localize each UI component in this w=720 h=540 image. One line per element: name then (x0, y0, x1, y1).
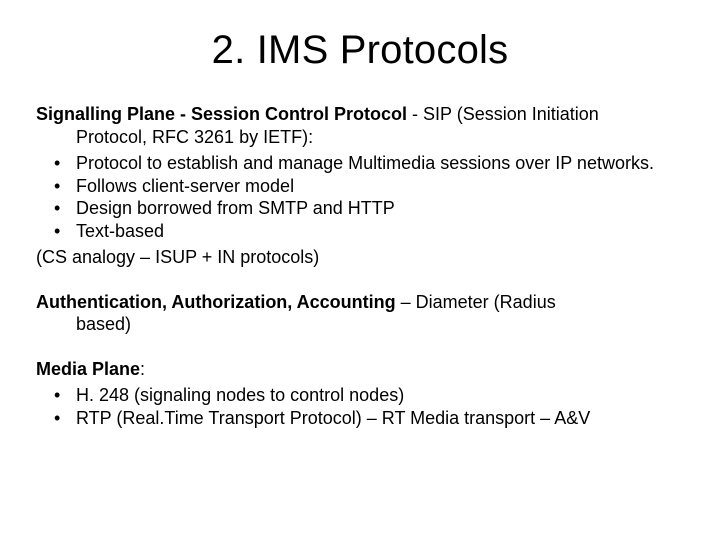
signalling-footer: (CS analogy – ISUP + IN protocols) (36, 246, 684, 269)
media-bullets: H. 248 (signaling nodes to control nodes… (36, 384, 684, 429)
media-lead: Media Plane: (36, 358, 684, 381)
signalling-bullets: Protocol to establish and manage Multime… (36, 152, 684, 242)
spacer (36, 340, 684, 358)
aaa-lead-line2: based) (36, 313, 684, 336)
signalling-lead-line2: Protocol, RFC 3261 by IETF): (36, 126, 684, 149)
aaa-lead-rest: – Diameter (Radius (396, 292, 556, 312)
slide-body: Signalling Plane - Session Control Proto… (36, 103, 684, 429)
list-item: Text-based (54, 220, 684, 243)
list-item: Follows client-server model (54, 175, 684, 198)
media-lead-bold: Media Plane (36, 359, 140, 379)
list-item: H. 248 (signaling nodes to control nodes… (54, 384, 684, 407)
list-item: Design borrowed from SMTP and HTTP (54, 197, 684, 220)
list-item: Protocol to establish and manage Multime… (54, 152, 684, 175)
spacer (36, 273, 684, 291)
signalling-lead: Signalling Plane - Session Control Proto… (36, 103, 684, 148)
media-lead-rest: : (140, 359, 145, 379)
aaa-lead-bold: Authentication, Authorization, Accountin… (36, 292, 396, 312)
slide: 2. IMS Protocols Signalling Plane - Sess… (0, 0, 720, 540)
list-item: RTP (Real.Time Transport Protocol) – RT … (54, 407, 684, 430)
signalling-lead-bold: Signalling Plane - Session Control Proto… (36, 104, 407, 124)
signalling-lead-rest: - SIP (Session Initiation (407, 104, 599, 124)
aaa-lead: Authentication, Authorization, Accountin… (36, 291, 684, 336)
slide-title: 2. IMS Protocols (36, 28, 684, 73)
